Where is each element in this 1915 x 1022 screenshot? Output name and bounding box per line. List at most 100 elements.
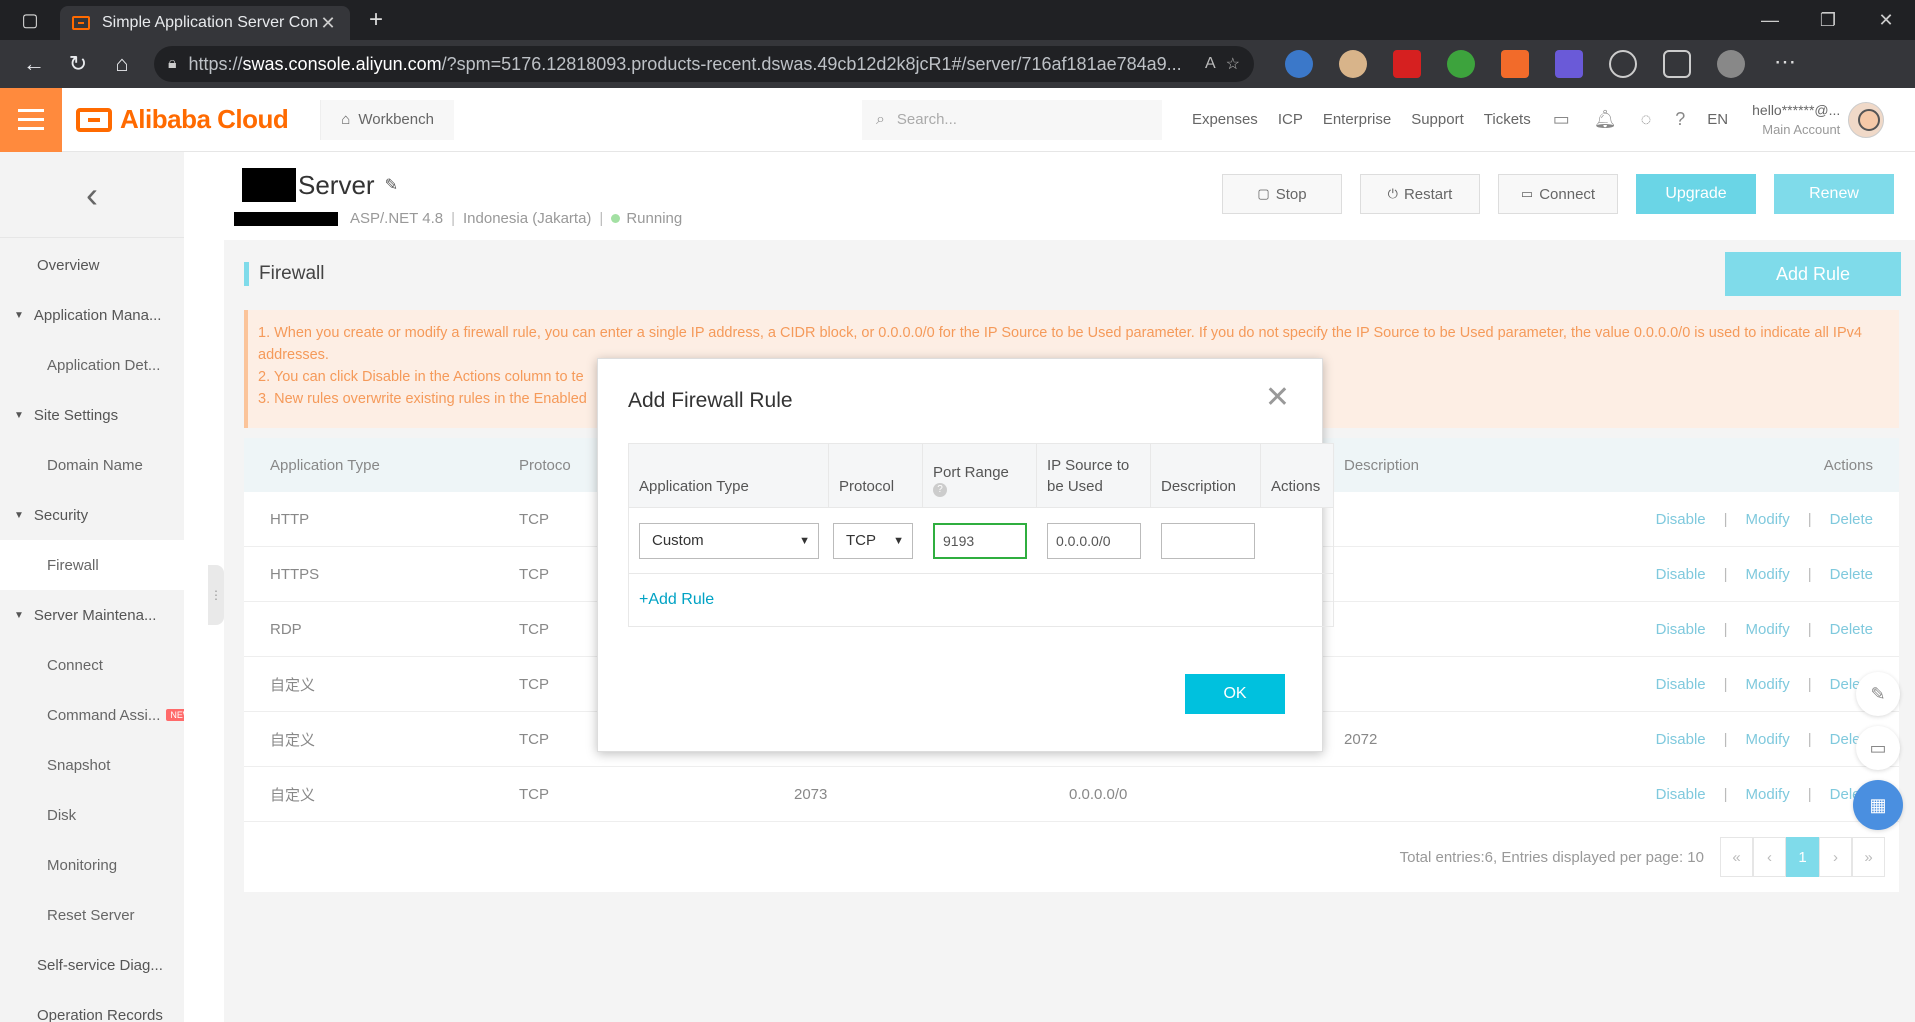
protocol-select[interactable]: TCP ▼ <box>833 522 913 559</box>
read-aloud-icon[interactable]: A <box>1205 55 1216 73</box>
last-page-button[interactable]: » <box>1852 837 1885 877</box>
table-row: 自定义 TCP 2073 0.0.0.0/0 Disable | Modify | Delete <box>244 767 1899 822</box>
current-page-button[interactable]: 1 <box>1786 837 1819 877</box>
close-window-icon[interactable]: ✕ <box>1857 10 1915 31</box>
bell-icon[interactable]: 🔔︎ <box>1594 109 1617 130</box>
extension-icon-5[interactable] <box>1501 50 1529 78</box>
more-icon[interactable]: ⋯ <box>1771 50 1799 78</box>
add-rule-button[interactable]: Add Rule <box>1725 252 1901 296</box>
sidebar-item-label: Site Settings <box>33 406 119 424</box>
next-page-button[interactable]: › <box>1819 837 1852 877</box>
collections-icon[interactable] <box>1663 50 1691 78</box>
sidebar-item[interactable]: Monitoring <box>0 840 184 890</box>
tab-close-icon[interactable]: ✕ <box>318 13 338 34</box>
url-field[interactable]: 🔒︎ https://swas.console.aliyun.com/?spm=… <box>154 46 1254 82</box>
sidebar-item[interactable]: ▼ Site Settings <box>0 390 184 440</box>
avatar[interactable] <box>1848 101 1885 138</box>
delete-link[interactable]: Delete <box>1830 511 1873 528</box>
sidebar-item[interactable]: ▼ Server Maintena... <box>0 590 184 640</box>
sidebar-item[interactable]: Connect <box>0 640 184 690</box>
stop-button[interactable]: ▢ Stop <box>1222 174 1342 214</box>
tab-actions-icon[interactable]: ▢ <box>0 0 60 40</box>
application-type-select[interactable]: Custom ▼ <box>639 522 819 559</box>
add-rule-link[interactable]: +Add Rule <box>629 574 1333 626</box>
chat-icon[interactable]: ▭ <box>1856 726 1900 770</box>
sidebar-item[interactable]: ▼ Application Mana... <box>0 290 184 340</box>
sidebar-item[interactable]: Disk <box>0 790 184 840</box>
brand-logo[interactable]: Alibaba Cloud <box>76 104 289 135</box>
first-page-button[interactable]: « <box>1720 837 1753 877</box>
restore-icon[interactable]: ❐ <box>1799 10 1857 31</box>
account-info[interactable]: hello******@... Main Account <box>1752 100 1840 140</box>
favorite-add-icon[interactable]: ☆ <box>1226 54 1240 74</box>
extension-icon-1[interactable] <box>1285 50 1313 78</box>
disable-link[interactable]: Disable <box>1656 676 1706 693</box>
workbench-button[interactable]: ⌂ Workbench <box>320 99 454 140</box>
disable-link[interactable]: Disable <box>1656 786 1706 803</box>
pencil-icon[interactable]: ✎ <box>385 175 398 195</box>
sidebar-item[interactable]: Operation Records <box>0 990 184 1022</box>
extension-icon-4[interactable] <box>1447 50 1475 78</box>
ip-source-input[interactable]: 0.0.0.0/0 <box>1047 522 1141 559</box>
sidebar-item[interactable]: ▼ Security <box>0 490 184 540</box>
back-icon[interactable]: ← <box>12 44 56 84</box>
sidebar-item[interactable]: Overview <box>0 240 184 290</box>
nav-expenses[interactable]: Expenses <box>1192 111 1258 128</box>
extension-icon-3[interactable] <box>1393 50 1421 78</box>
col-description: Description <box>1344 456 1420 474</box>
nav-enterprise[interactable]: Enterprise <box>1323 111 1391 128</box>
modify-link[interactable]: Modify <box>1746 621 1790 638</box>
terminal-icon[interactable]: ▭ <box>1553 109 1570 130</box>
modify-link[interactable]: Modify <box>1746 511 1790 528</box>
disable-link[interactable]: Disable <box>1656 511 1706 528</box>
language-switch[interactable]: EN <box>1707 111 1728 128</box>
restart-button[interactable]: ⏻ Restart <box>1360 174 1480 214</box>
sidebar-item[interactable]: Domain Name <box>0 440 184 490</box>
ok-button[interactable]: OK <box>1185 674 1285 714</box>
close-icon[interactable]: ✕ <box>1265 383 1290 413</box>
browser-tab[interactable]: Simple Application Server Conso ✕ <box>60 6 350 40</box>
sidebar-item[interactable]: Application Det... <box>0 340 184 390</box>
edit-feedback-icon[interactable]: ✎ <box>1856 672 1900 716</box>
lightbulb-icon[interactable]: ◌ <box>1641 109 1652 130</box>
sidebar-item[interactable]: Command Assi... NEW <box>0 690 184 740</box>
minimize-icon[interactable]: — <box>1741 10 1799 31</box>
prev-page-button[interactable]: ‹ <box>1753 837 1786 877</box>
search-input[interactable]: ⌕ Search... <box>861 99 1162 140</box>
help-question-icon[interactable]: ? <box>933 483 947 497</box>
modify-link[interactable]: Modify <box>1746 731 1790 748</box>
connect-button[interactable]: ▭ Connect <box>1498 174 1618 214</box>
nav-tickets[interactable]: Tickets <box>1484 111 1531 128</box>
modify-link[interactable]: Modify <box>1746 566 1790 583</box>
reload-icon[interactable]: ↻ <box>56 44 100 84</box>
sidebar-item[interactable]: Self-service Diag... <box>0 940 184 990</box>
apps-grid-icon[interactable]: ▦ <box>1853 780 1903 830</box>
new-tab-icon[interactable]: + <box>356 6 396 34</box>
port-range-input[interactable]: 9193 <box>933 522 1027 559</box>
home-icon[interactable]: ⌂ <box>100 44 144 84</box>
extension-icon-2[interactable] <box>1339 50 1367 78</box>
modify-link[interactable]: Modify <box>1746 676 1790 693</box>
disable-link[interactable]: Disable <box>1656 731 1706 748</box>
help-icon[interactable]: ? <box>1675 109 1685 130</box>
renew-button[interactable]: Renew <box>1774 174 1894 214</box>
delete-link[interactable]: Delete <box>1830 566 1873 583</box>
sidebar-item[interactable]: Snapshot <box>0 740 184 790</box>
upgrade-button[interactable]: Upgrade <box>1636 174 1756 214</box>
description-input[interactable] <box>1161 522 1255 559</box>
puzzle-icon[interactable] <box>1609 50 1637 78</box>
delete-link[interactable]: Delete <box>1830 621 1873 638</box>
menu-icon[interactable] <box>0 87 62 152</box>
nav-support[interactable]: Support <box>1411 111 1464 128</box>
disable-link[interactable]: Disable <box>1656 621 1706 638</box>
sidebar-item[interactable]: Reset Server <box>0 890 184 940</box>
nav-icp[interactable]: ICP <box>1278 111 1303 128</box>
chevron-down-icon: ▼ <box>799 534 810 547</box>
modify-link[interactable]: Modify <box>1746 786 1790 803</box>
profile-icon[interactable] <box>1717 50 1745 78</box>
extension-icon-6[interactable] <box>1555 50 1583 78</box>
disable-link[interactable]: Disable <box>1656 566 1706 583</box>
back-chevron-icon[interactable]: ‹ <box>0 152 184 238</box>
sidebar-item[interactable]: Firewall <box>0 540 184 590</box>
sidebar-collapse-handle[interactable]: ⋮ <box>208 565 224 625</box>
